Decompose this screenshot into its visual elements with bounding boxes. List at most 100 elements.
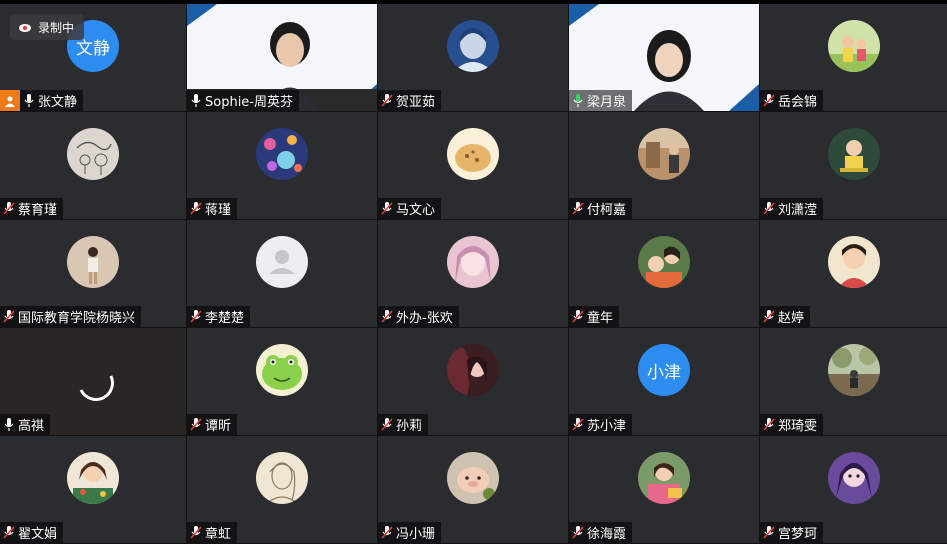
- mic-muted-icon: [378, 198, 396, 219]
- avatar: [447, 236, 499, 288]
- participant-name-bar: 冯小珊: [378, 522, 442, 543]
- participant-name-bar: 章虹: [187, 522, 238, 543]
- participant-tile[interactable]: 外办-张欢: [378, 220, 568, 327]
- participant-tile[interactable]: 小津 苏小津: [569, 328, 759, 435]
- participant-tile[interactable]: 付柯嘉: [569, 112, 759, 219]
- participant-tile[interactable]: 谭昕: [187, 328, 377, 435]
- participant-name: 刘潇滢: [778, 203, 818, 218]
- participant-tile[interactable]: 郑琦雯: [760, 328, 947, 435]
- avatar: [827, 344, 880, 396]
- mic-muted-icon: [187, 306, 205, 327]
- mic-muted-icon: [0, 522, 18, 543]
- participant-name: 徐海霞: [587, 527, 627, 542]
- participant-name: 高祺: [18, 419, 45, 434]
- avatar: [638, 236, 690, 288]
- participant-name-bar: 梁月泉: [569, 90, 633, 111]
- mic-muted-icon: [187, 414, 205, 435]
- mic-muted-icon: [760, 90, 778, 111]
- mic-muted-icon: [569, 414, 587, 435]
- participant-name-bar: 童年: [569, 306, 620, 327]
- participant-tile[interactable]: 刘潇滢: [760, 112, 947, 219]
- participant-tile[interactable]: 徐海霞: [569, 436, 759, 543]
- participant-name: 章虹: [205, 527, 232, 542]
- participant-tile[interactable]: 孙莉: [378, 328, 568, 435]
- participant-name: 岳会锦: [778, 95, 818, 110]
- recording-label: 录制中: [38, 20, 75, 35]
- participant-name-bar: 贺亚茹: [378, 90, 442, 111]
- participant-name-bar: 高祺: [0, 414, 51, 435]
- participant-tile[interactable]: 岳会锦: [760, 4, 947, 111]
- participant-name: 李楚楚: [205, 311, 245, 326]
- participant-name-bar: 马文心: [378, 198, 442, 219]
- participant-name-bar: 宫梦珂: [760, 522, 824, 543]
- participant-tile[interactable]: 宫梦珂: [760, 436, 947, 543]
- participant-name: 冯小珊: [396, 527, 436, 542]
- avatar: [638, 128, 690, 180]
- avatar: [256, 128, 308, 180]
- participant-name-bar: 付柯嘉: [569, 198, 633, 219]
- participant-name: 苏小津: [587, 419, 627, 434]
- mic-muted-icon: [0, 306, 18, 327]
- participant-name-bar: 苏小津: [569, 414, 633, 435]
- avatar: [827, 20, 880, 72]
- participant-name: 外办-张欢: [396, 311, 453, 326]
- participant-name: 马文心: [396, 203, 436, 218]
- avatar: [827, 236, 880, 288]
- mic-on-icon: [0, 414, 18, 435]
- participant-tile[interactable]: 赵婷: [760, 220, 947, 327]
- participant-name-bar: 谭昕: [187, 414, 238, 435]
- participant-name: 梁月泉: [587, 95, 627, 110]
- participant-name: 蔡育瑾: [18, 203, 58, 218]
- loading-spinner-icon: [72, 359, 120, 406]
- participant-name-bar: 李楚楚: [187, 306, 251, 327]
- participant-name: 赵婷: [778, 311, 805, 326]
- participant-name: 孙莉: [396, 419, 423, 434]
- participant-tile[interactable]: 翟文娟: [0, 436, 186, 543]
- recording-indicator[interactable]: 录制中: [10, 14, 85, 40]
- participant-name-bar: 蒋瑾: [187, 198, 238, 219]
- cloud-record-icon: [19, 24, 31, 32]
- mic-on-icon: [20, 90, 38, 111]
- participant-tile[interactable]: 马文心: [378, 112, 568, 219]
- participant-video-tile[interactable]: Sophie-周英芬: [187, 4, 377, 111]
- participant-name-bar: 郑琦雯: [760, 414, 824, 435]
- avatar: 小津: [638, 344, 690, 396]
- avatar: [827, 452, 880, 504]
- participant-tile[interactable]: 录制中 文静 张文静: [0, 4, 186, 111]
- participant-video-tile[interactable]: 梁月泉: [569, 4, 759, 111]
- avatar: [827, 128, 880, 180]
- participant-tile[interactable]: 李楚楚: [187, 220, 377, 327]
- host-icon: [0, 90, 20, 111]
- mic-muted-icon: [378, 414, 396, 435]
- participant-name-bar: 孙莉: [378, 414, 429, 435]
- participant-name: 郑琦雯: [778, 419, 818, 434]
- avatar: [447, 452, 499, 504]
- participant-name: 谭昕: [205, 419, 232, 434]
- default-avatar-icon: [256, 236, 308, 288]
- participant-tile[interactable]: 高祺: [0, 328, 186, 435]
- mic-muted-icon: [760, 414, 778, 435]
- participant-name-bar: 翟文娟: [0, 522, 64, 543]
- participant-tile[interactable]: 蒋瑾: [187, 112, 377, 219]
- mic-muted-icon: [187, 198, 205, 219]
- participant-name-bar: Sophie-周英芬: [187, 90, 299, 111]
- mic-muted-icon: [378, 306, 396, 327]
- avatar: [67, 128, 119, 180]
- participant-tile[interactable]: 童年: [569, 220, 759, 327]
- mic-muted-icon: [187, 522, 205, 543]
- participant-name-bar: 国际教育学院杨晓兴: [0, 306, 142, 327]
- mic-muted-icon: [378, 90, 396, 111]
- mic-on-icon: [187, 90, 205, 111]
- participant-tile[interactable]: 贺亚茹: [378, 4, 568, 111]
- participant-name: 宫梦珂: [778, 527, 818, 542]
- participant-tile[interactable]: 国际教育学院杨晓兴: [0, 220, 186, 327]
- participant-tile[interactable]: 冯小珊: [378, 436, 568, 543]
- mic-muted-icon: [569, 522, 587, 543]
- participant-tile[interactable]: 章虹: [187, 436, 377, 543]
- participant-name: 翟文娟: [18, 527, 58, 542]
- mic-muted-icon: [569, 306, 587, 327]
- avatar: [447, 128, 499, 180]
- participant-name: Sophie-周英芬: [205, 95, 293, 110]
- participant-tile[interactable]: 蔡育瑾: [0, 112, 186, 219]
- participant-name: 国际教育学院杨晓兴: [18, 311, 136, 326]
